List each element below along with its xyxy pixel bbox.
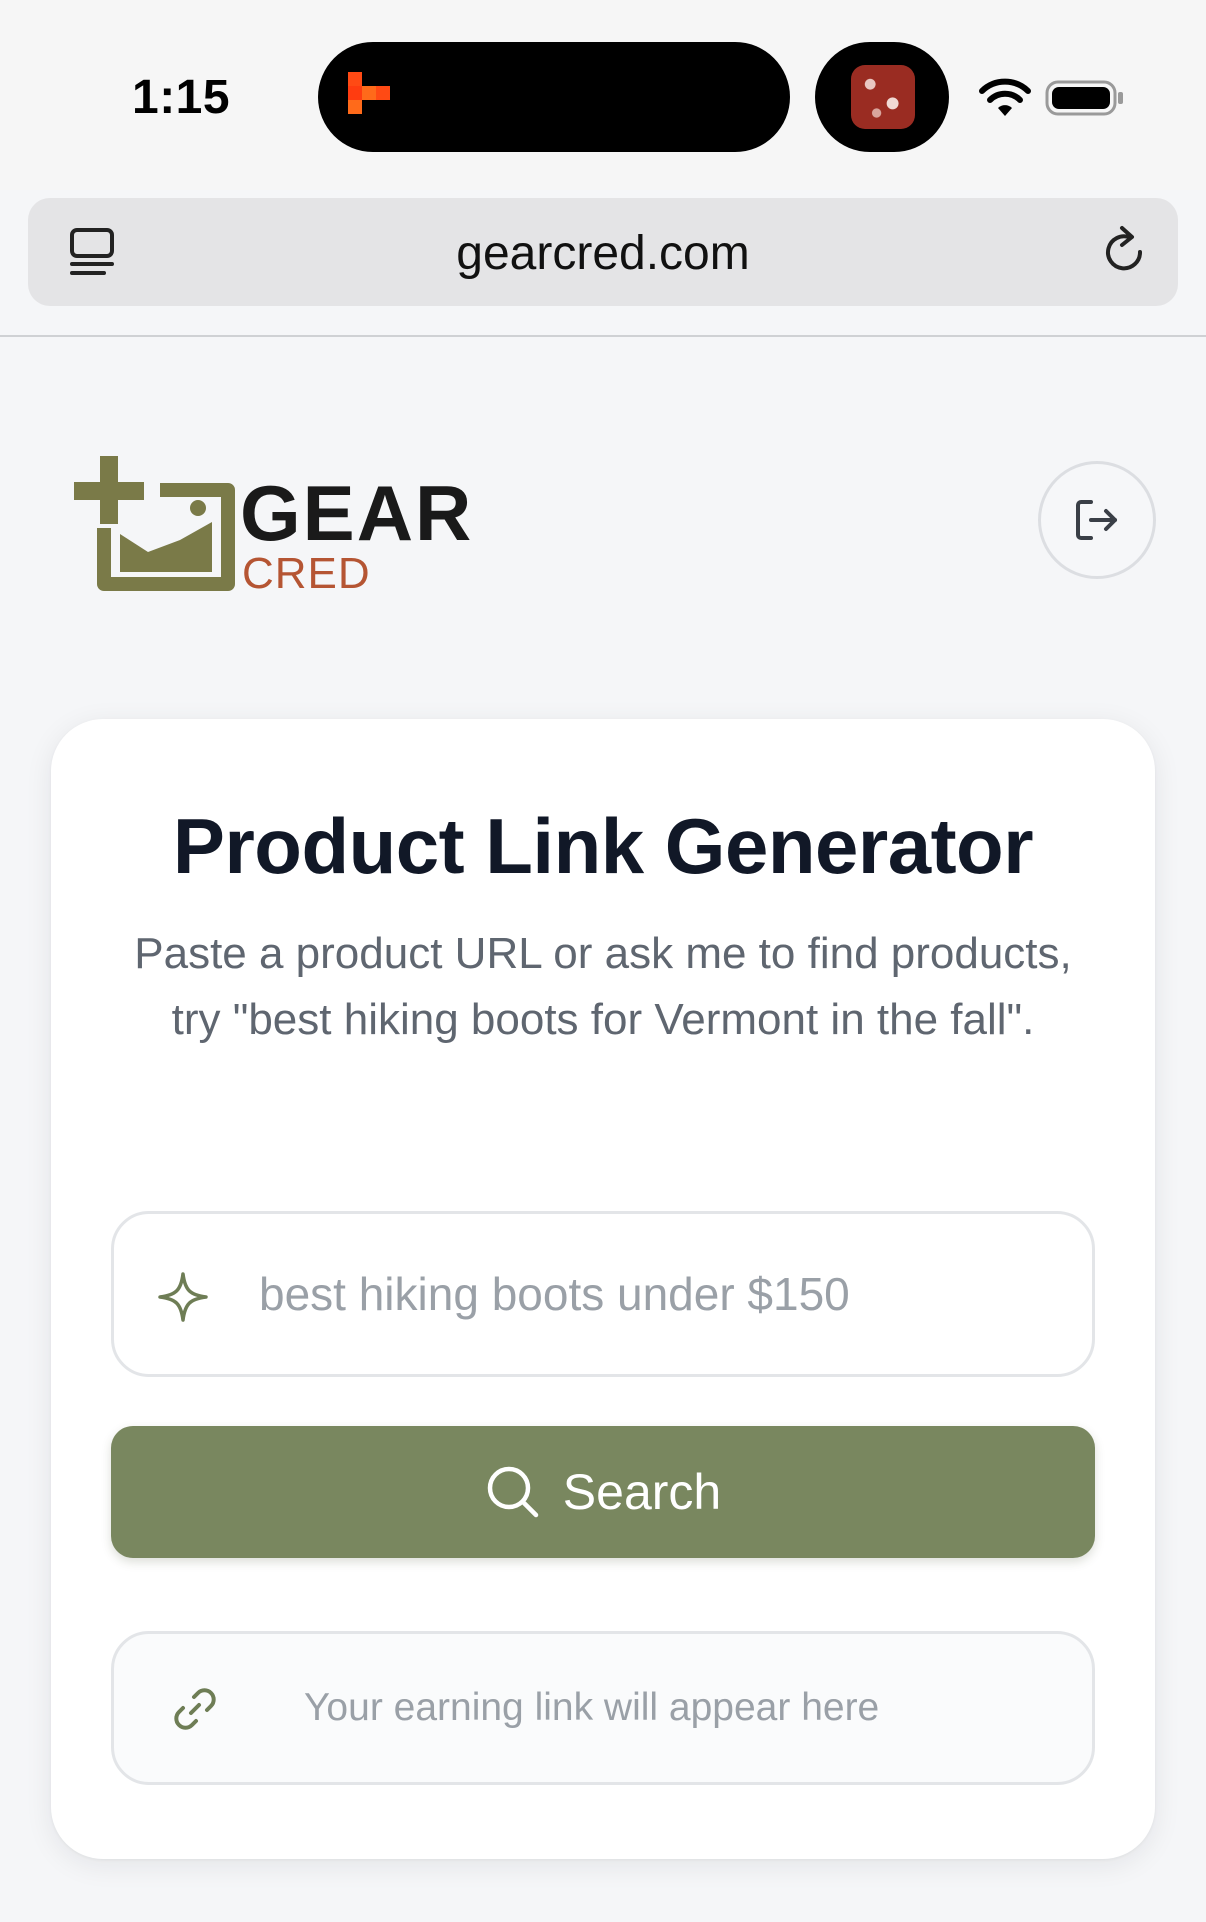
- url-text[interactable]: gearcred.com: [28, 226, 1178, 281]
- now-playing-island[interactable]: [815, 42, 949, 152]
- page-subtitle: Paste a product URL or ask me to find pr…: [134, 929, 1072, 1044]
- logo-word-gear: GEAR: [240, 469, 473, 557]
- status-time: 1:15: [132, 71, 231, 124]
- logout-icon: [1076, 500, 1117, 540]
- search-button-label: Search: [562, 1464, 722, 1520]
- logout-button[interactable]: [1038, 461, 1156, 579]
- wifi-icon: [979, 78, 1031, 116]
- link-icon: [174, 1688, 216, 1730]
- app-activity-icon: [348, 72, 390, 114]
- earning-link-output[interactable]: Your earning link will appear here: [111, 1631, 1095, 1785]
- search-icon: [487, 1466, 539, 1518]
- reload-icon[interactable]: [1094, 222, 1154, 282]
- page-title: Product Link Generator: [172, 802, 1034, 890]
- browser-divider: [0, 335, 1206, 337]
- search-button[interactable]: Search: [111, 1426, 1095, 1558]
- search-input[interactable]: [259, 1214, 1059, 1374]
- logo-word-cred: CRED: [242, 549, 371, 594]
- dynamic-island: [318, 42, 790, 152]
- sparkle-icon: [158, 1272, 208, 1322]
- status-bar: 1:15: [0, 0, 1206, 190]
- gearcred-logo[interactable]: GEAR CRED: [70, 452, 500, 594]
- link-generator-card: Product Link Generator Paste a product U…: [51, 719, 1155, 1859]
- album-art-icon: [851, 65, 915, 129]
- address-bar[interactable]: gearcred.com: [28, 198, 1178, 306]
- search-field[interactable]: [111, 1211, 1095, 1377]
- earning-link-placeholder: Your earning link will appear here: [304, 1686, 880, 1729]
- battery-icon: [1045, 80, 1123, 116]
